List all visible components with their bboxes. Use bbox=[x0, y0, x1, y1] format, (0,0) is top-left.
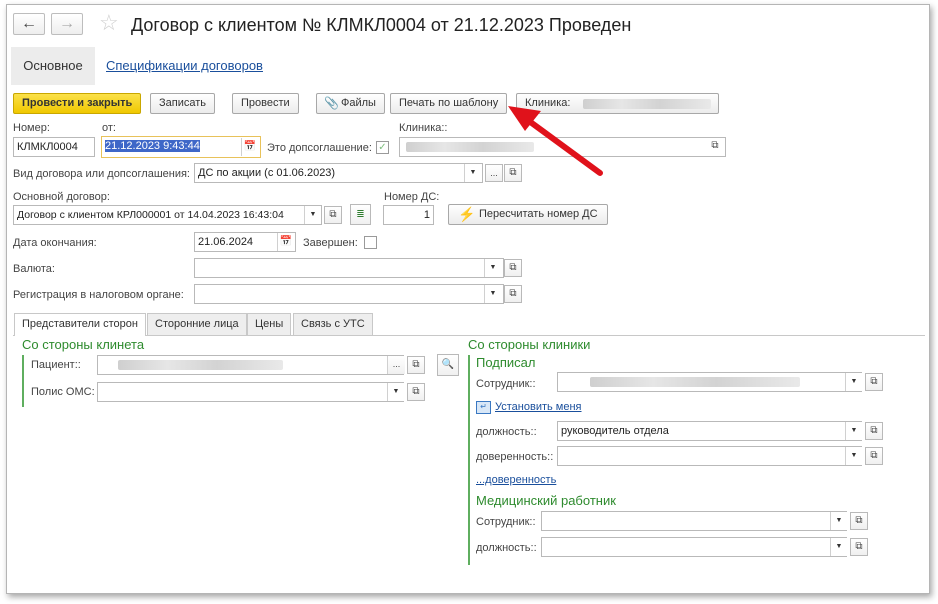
red-arrow-annotation bbox=[508, 106, 603, 176]
document-window: ← → ☆ Договор с клиентом № КЛМКЛ0004 от … bbox=[6, 4, 930, 594]
